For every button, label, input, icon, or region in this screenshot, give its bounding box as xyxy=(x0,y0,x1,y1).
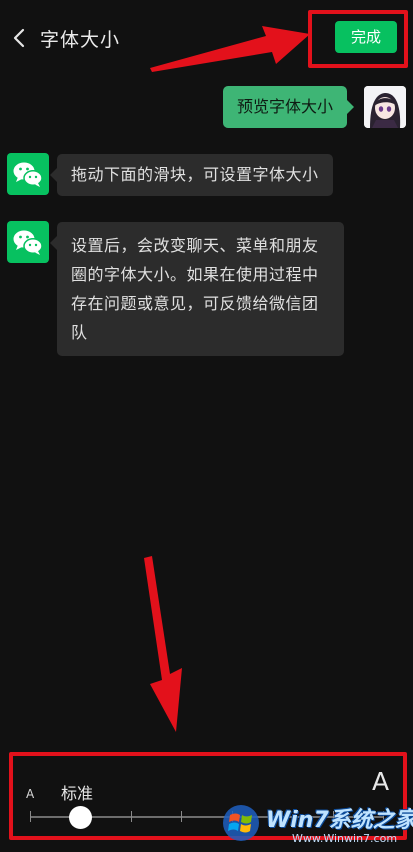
slider-tick xyxy=(383,811,384,822)
back-chevron-icon[interactable] xyxy=(9,24,29,52)
done-button[interactable]: 完成 xyxy=(335,21,397,53)
annotation-arrow-down-icon xyxy=(144,556,182,732)
wechat-logo-icon xyxy=(13,230,43,255)
slider-tick xyxy=(130,811,132,822)
small-font-label: A xyxy=(26,787,35,801)
message-bubble: 设置后，会改变聊天、菜单和朋友圈的字体大小。如果在使用过程中存在问题或意见，可反… xyxy=(50,222,344,356)
current-level-label: 标准 xyxy=(61,784,94,803)
self-message-bubble: 预览字体大小 xyxy=(223,86,355,128)
anime-avatar-icon xyxy=(364,86,406,128)
slider-tick xyxy=(30,811,31,822)
slider-tick xyxy=(181,811,183,822)
slider-tick xyxy=(332,811,334,822)
wechat-logo-icon xyxy=(13,162,43,187)
wechat-avatar xyxy=(7,153,49,195)
slider-tick xyxy=(231,811,233,822)
large-font-label: A xyxy=(372,767,390,796)
header-bar: 字体大小 完成 xyxy=(0,0,413,76)
message-bubble: 拖动下面的滑块，可设置字体大小 xyxy=(50,154,333,196)
watermark: Win7系统之家 Www.Winwin7.com xyxy=(218,798,413,852)
page-title: 字体大小 xyxy=(40,29,121,51)
windows-logo-icon xyxy=(223,805,259,841)
watermark-url: Www.Winwin7.com xyxy=(292,832,398,845)
slider-tick xyxy=(282,811,284,822)
user-avatar xyxy=(364,86,406,128)
wechat-avatar xyxy=(7,221,49,263)
font-size-settings-screen: 字体大小 完成 预览字体大小 拖动下面的滑块，可设置字体大小 设置后，会改变聊天… xyxy=(0,0,413,852)
watermark-brand: Win7系统之家 xyxy=(266,808,413,833)
font-size-slider-thumb[interactable] xyxy=(68,806,92,829)
